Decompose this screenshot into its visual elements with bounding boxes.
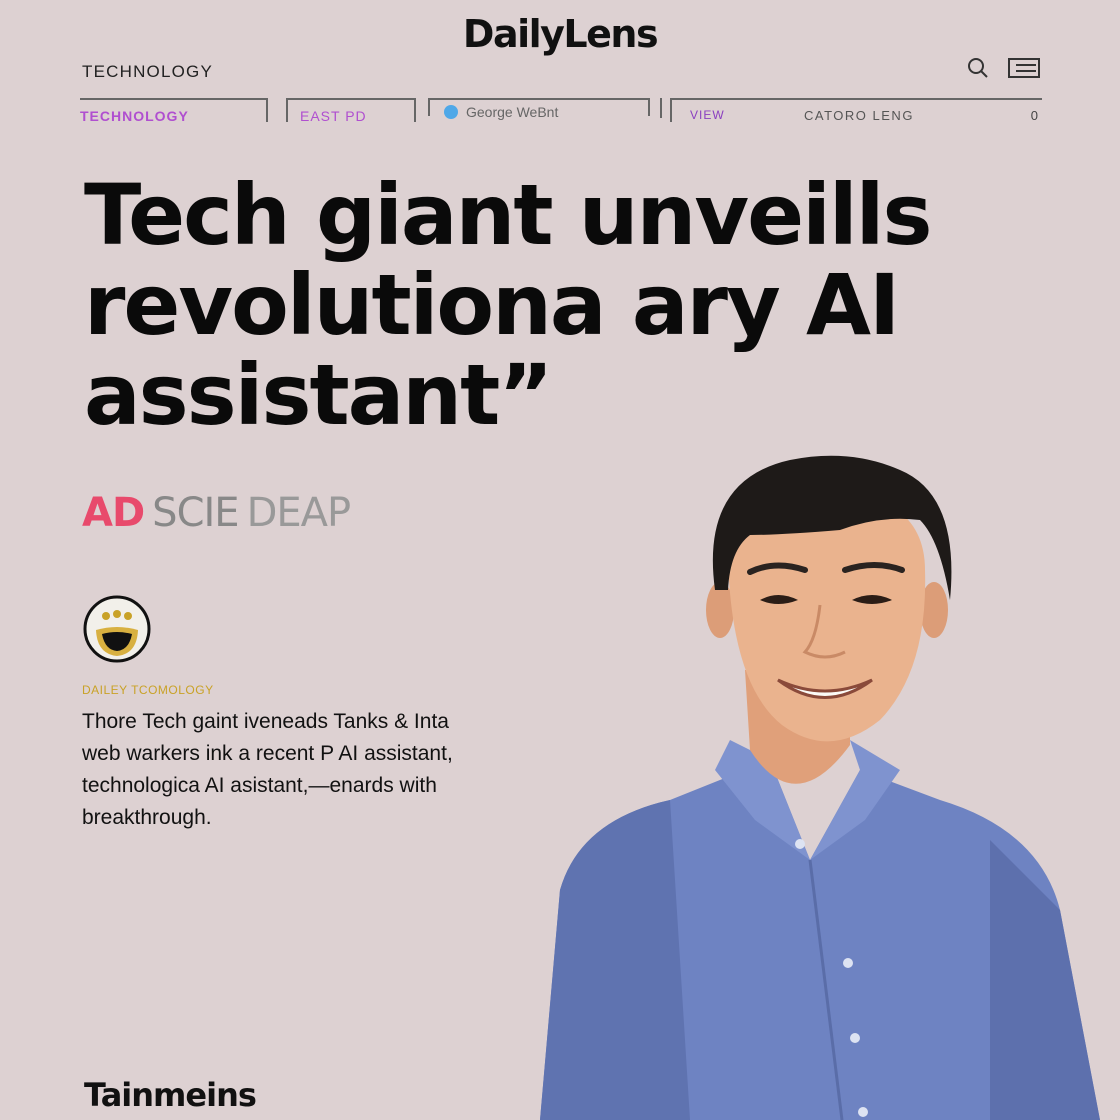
article-byline: Tainmeins (84, 1076, 257, 1114)
search-badge-icon (444, 105, 458, 119)
body-line: technologica AI asistant,—enards with (82, 774, 437, 797)
headline-line: revolutiona ary AI (84, 256, 900, 354)
tab-east[interactable]: EAST PD (286, 98, 416, 124)
body-line: Thore Tech gaint iveneads Tanks & Inta (82, 710, 449, 733)
subhead-word: AD (82, 490, 145, 536)
menu-icon[interactable] (1008, 57, 1040, 79)
tab-divider (660, 98, 662, 118)
body-line: breakthrough. (82, 806, 212, 829)
header-icons (966, 56, 1040, 80)
subhead-word: DEAP (246, 490, 352, 536)
search-field[interactable]: George WeBnt (428, 98, 650, 120)
headline-line: Tech giant unveills (84, 166, 932, 264)
article-headline: Tech giant unveills revolutiona ary AI a… (84, 170, 984, 440)
search-field-text: George WeBnt (466, 104, 559, 120)
body-line: web warkers ink a recent P AI assistant, (82, 742, 453, 765)
section-label: TECHNOLOGY (82, 62, 214, 81)
article-body: Thore Tech gaint iveneads Tanks & Inta w… (82, 706, 522, 834)
site-logo[interactable]: DailyLens (0, 12, 1120, 56)
person-photo (540, 455, 1100, 1120)
smiley-badge-icon (82, 594, 152, 669)
search-icon[interactable] (966, 56, 990, 80)
headline-line: assistant” (84, 346, 553, 444)
tab-technology-label: TECHNOLOGY (80, 108, 189, 124)
subhead-word: SCIE (152, 490, 239, 536)
article-subhead: AD SCIE DEAP (82, 490, 352, 536)
category-label[interactable]: CATORO LENG (804, 108, 914, 123)
tab-review-label: VIEW (690, 108, 725, 122)
tab-technology[interactable]: TECHNOLOGY (80, 98, 268, 124)
tab-east-label: EAST PD (300, 108, 367, 124)
tab-bar: TECHNOLOGY EAST PD George WeBnt VIEW CAT… (80, 98, 1042, 124)
article-kicker: DAILEY TCOMOLOGY (82, 683, 214, 697)
count-badge: 0 (1030, 108, 1038, 123)
